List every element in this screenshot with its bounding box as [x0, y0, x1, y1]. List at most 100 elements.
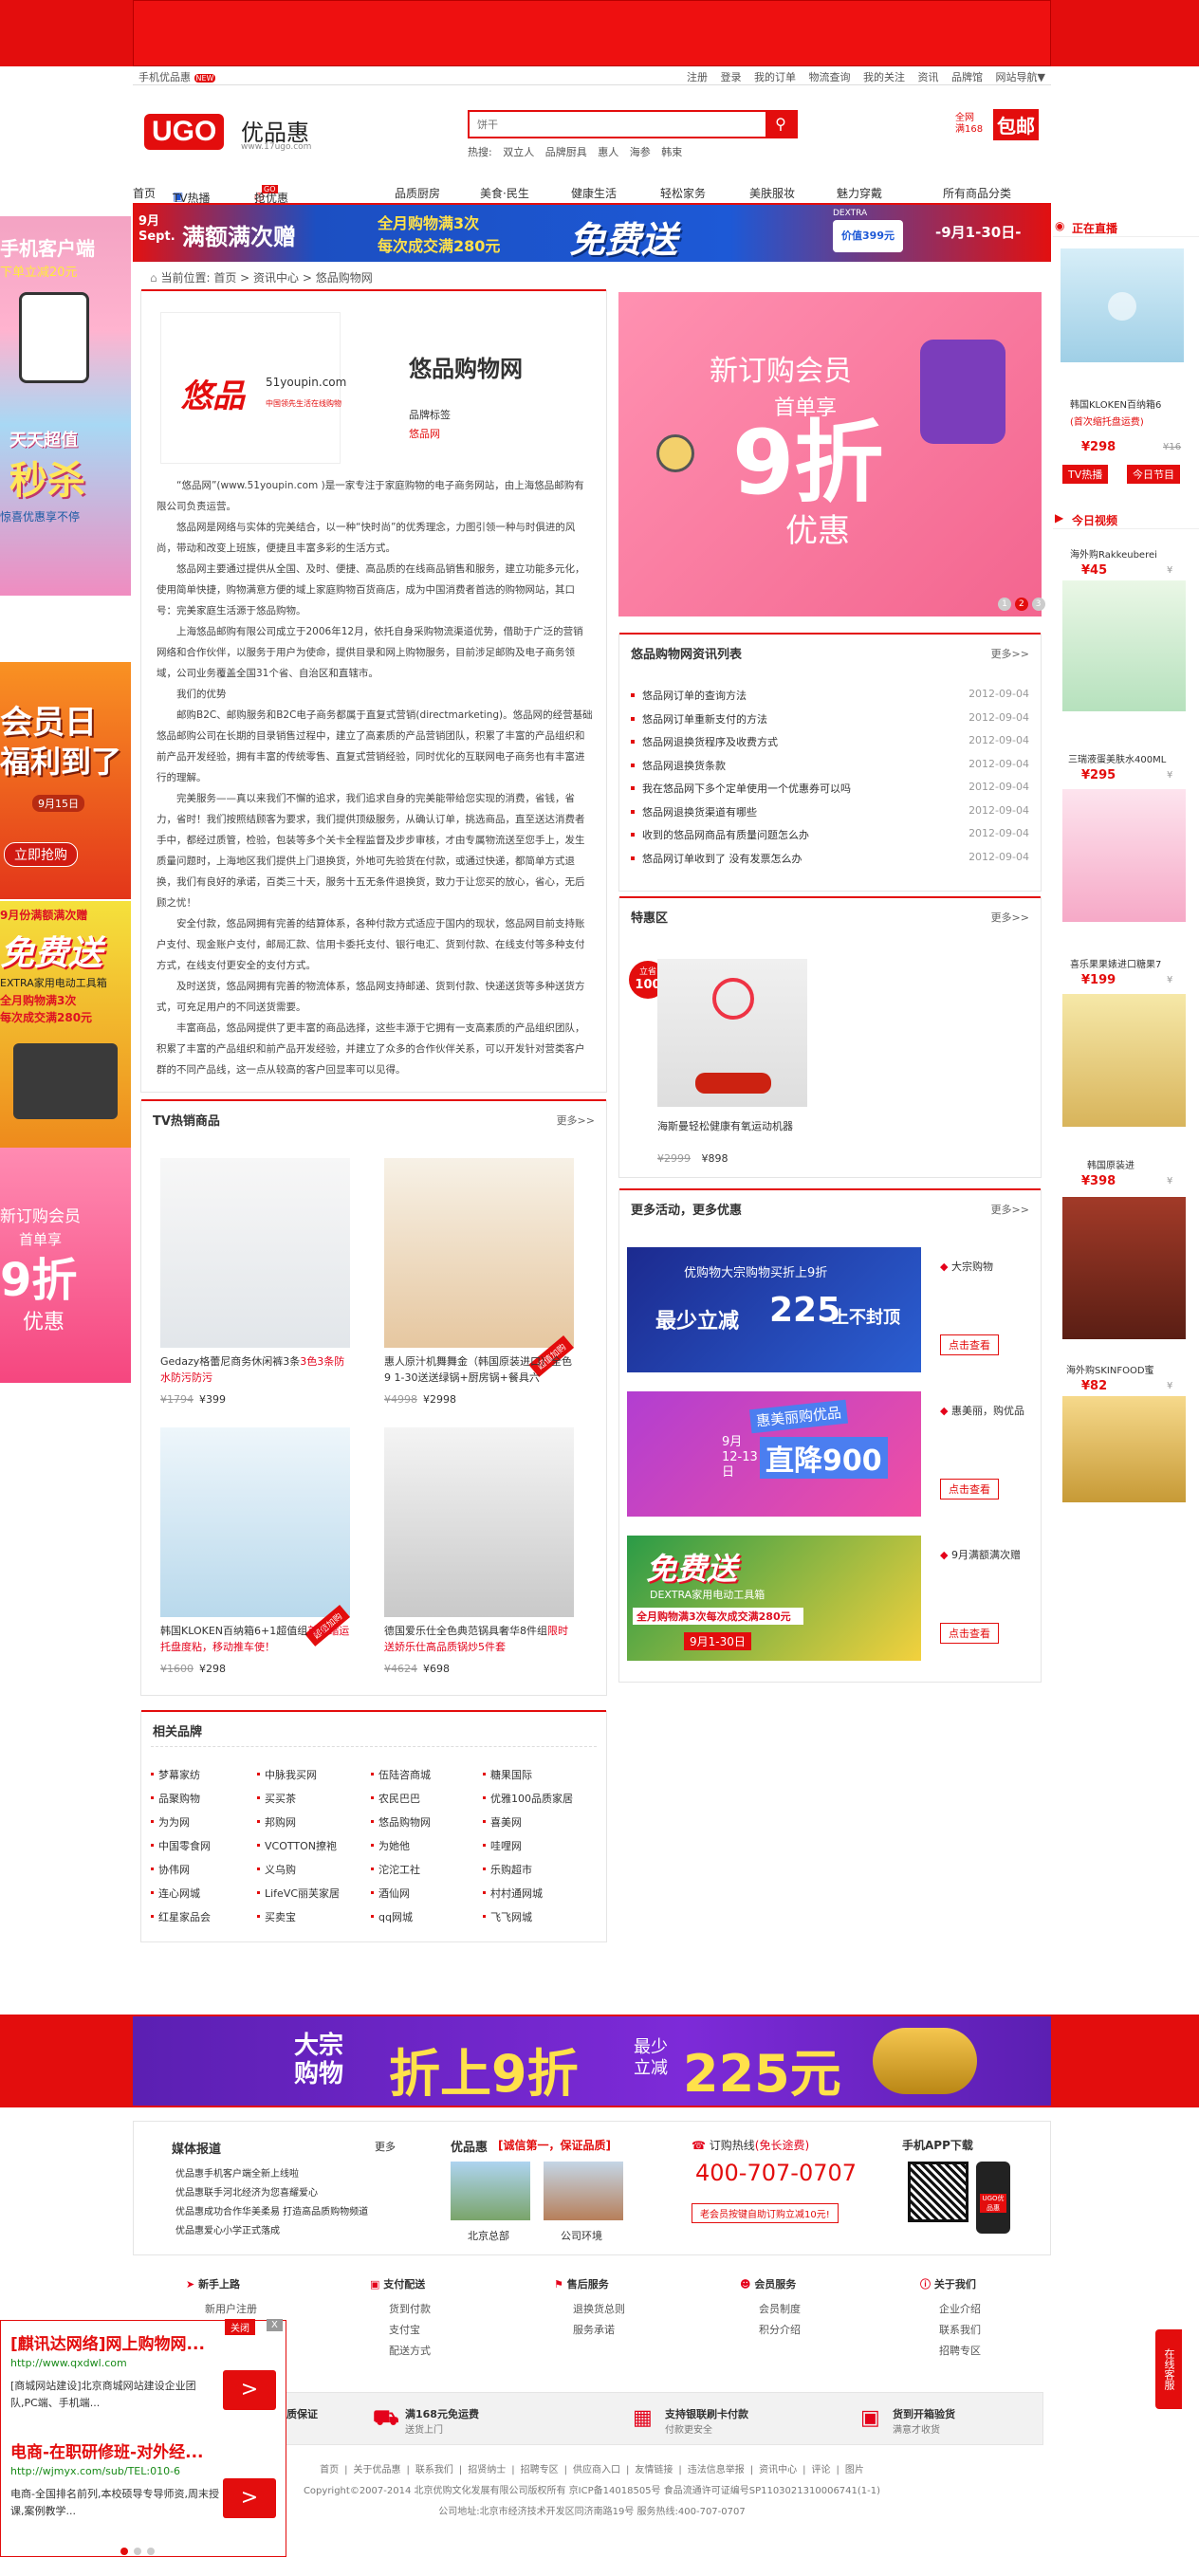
register-link[interactable]: 注册: [687, 71, 708, 83]
tv-hot-button[interactable]: TV热播: [1062, 465, 1109, 484]
brand-link[interactable]: LifeVC丽芙家居: [256, 1886, 340, 1901]
left-ad-app[interactable]: 手机客户端 下单立减20元 天天超值 秒杀 惊喜优惠享不停: [0, 216, 131, 596]
brand-link[interactable]: 优雅100品质家居: [483, 1791, 573, 1806]
product-image[interactable]: 超值加购: [384, 1158, 574, 1377]
banner-dot[interactable]: 2: [1014, 598, 1028, 611]
search-input[interactable]: [470, 112, 764, 137]
live-video[interactable]: [1061, 248, 1184, 362]
brand-link[interactable]: 糖果国际: [483, 1767, 532, 1782]
copyright-link[interactable]: 首页: [320, 2465, 339, 2475]
hq-photo[interactable]: [451, 2162, 530, 2220]
today-item-name[interactable]: 三瑞液蛋美肤水400ML: [1068, 751, 1166, 765]
news-more[interactable]: 更多>>: [991, 646, 1029, 661]
tv-product[interactable]: Gedazy格蕾尼商务休闲裤3条3色3条防水防污防污 ¥1794 ¥399: [160, 1158, 350, 1414]
brand-link[interactable]: VCOTTON撩袍: [257, 1838, 337, 1853]
news-item[interactable]: 悠品网退换货渠道有哪些 2012-09-04: [631, 804, 1029, 828]
view-button[interactable]: 点击查看: [940, 1623, 999, 1644]
footer-link[interactable]: 退换货总则: [554, 2299, 687, 2320]
brand-link[interactable]: 喜美网: [483, 1814, 522, 1830]
news-item[interactable]: 悠品网订单重新支付的方法 2012-09-04: [631, 711, 1029, 735]
news-item[interactable]: 悠品网退换货程序及收费方式 2012-09-04: [631, 734, 1029, 758]
brand-link[interactable]: 飞飞网城: [483, 1909, 532, 1924]
popup-dot[interactable]: [120, 2548, 128, 2555]
brand-link[interactable]: 沱沱工社: [371, 1862, 420, 1877]
tv-product[interactable]: 超值加购 惠人原汁机舞舞金（韩国原装进口）全色9 1-30送送绿锅+厨房锅+餐具…: [384, 1158, 574, 1414]
brand-link[interactable]: 酒仙网: [371, 1886, 410, 1901]
brand-link[interactable]: 买买茶: [257, 1791, 296, 1806]
footer-link[interactable]: 新用户注册: [186, 2299, 319, 2320]
popup-close[interactable]: 关闭: [225, 2319, 255, 2335]
view-button[interactable]: 点击查看: [940, 1334, 999, 1355]
online-service-button[interactable]: 在线客服: [1155, 2329, 1182, 2409]
left-ad-gift[interactable]: 9月份满额满次赠 免费送 EXTRA家用电动工具箱 全月购物满3次 每次成交满2…: [0, 901, 131, 1148]
nav-health[interactable]: 健康生活: [571, 185, 617, 201]
popup-ad-go[interactable]: >: [223, 2478, 276, 2518]
site-nav-link[interactable]: 网站导航▼: [996, 71, 1045, 83]
today-item-name[interactable]: 喜乐果果婊进口糖果7: [1070, 956, 1161, 970]
hot-word[interactable]: 惠人: [598, 146, 618, 158]
brand-link[interactable]: 品聚购物: [151, 1791, 200, 1806]
brand-link[interactable]: 买卖宝: [257, 1909, 296, 1924]
view-button[interactable]: 点击查看: [940, 1479, 999, 1500]
footer-link[interactable]: 联系我们: [920, 2320, 1053, 2341]
left-ad-member[interactable]: 会员日 福利到了 9月15日 立即抢购: [0, 662, 131, 899]
brand-link[interactable]: 农民巴巴: [371, 1791, 420, 1806]
search-button[interactable]: ⚲: [766, 112, 796, 137]
brand-link[interactable]: 义乌购: [257, 1862, 296, 1877]
today-item-image[interactable]: [1062, 580, 1186, 711]
hotline-number[interactable]: 400-707-0707: [695, 2160, 857, 2186]
brand-link[interactable]: 乐购超市: [483, 1862, 532, 1877]
footer-link[interactable]: 招聘专区: [920, 2341, 1053, 2362]
brand-tag[interactable]: 悠品网: [409, 426, 440, 441]
popup-ad-go[interactable]: >: [223, 2370, 276, 2410]
live-item-name[interactable]: 韩国KLOKEN百纳箱6: [1070, 396, 1161, 411]
copyright-link[interactable]: 图片: [845, 2465, 864, 2475]
brands-link[interactable]: 品牌馆: [951, 71, 983, 83]
activity-side-label[interactable]: ◆ 惠美丽，购优品: [940, 1403, 1063, 1418]
today-item-image[interactable]: [1062, 789, 1186, 922]
nav-kitchen[interactable]: 品质厨房: [395, 185, 440, 201]
footer-link[interactable]: 货到付款: [370, 2299, 503, 2320]
nav-all-categories[interactable]: 所有商品分类: [943, 185, 1011, 201]
logistics-link[interactable]: 物流查询: [809, 71, 851, 83]
product-image[interactable]: [160, 1158, 350, 1348]
footer-link[interactable]: 企业介绍: [920, 2299, 1053, 2320]
brand-link[interactable]: 协伟网: [151, 1862, 190, 1877]
brand-link[interactable]: 悠品购物网: [371, 1814, 431, 1830]
activities-more[interactable]: 更多>>: [991, 1202, 1029, 1217]
news-item[interactable]: 悠品网订单收到了 没有发票怎么办 2012-09-04: [631, 851, 1029, 874]
left-ad-buy-button[interactable]: 立即抢购: [4, 842, 78, 867]
activity-banner[interactable]: 免费送 DEXTRA家用电动工具箱 全月购物满3次每次成交满280元 9月1-3…: [627, 1536, 921, 1661]
brand-link[interactable]: qq网城: [371, 1909, 413, 1924]
brand-link[interactable]: 伍陆咨商城: [371, 1767, 431, 1782]
banner-dot[interactable]: 1: [998, 598, 1011, 611]
product-image[interactable]: 超值加购: [160, 1427, 350, 1647]
brand-link[interactable]: 邦购网: [257, 1814, 296, 1830]
popup-dot[interactable]: [147, 2548, 155, 2555]
nav-fashion[interactable]: 魅力穿戴: [837, 185, 882, 201]
news-link[interactable]: 资讯: [918, 71, 939, 83]
play-icon[interactable]: [1108, 292, 1136, 321]
copyright-link[interactable]: 供应商入口: [573, 2465, 620, 2475]
footer-link[interactable]: 会员制度: [740, 2299, 873, 2320]
news-item[interactable]: 悠品网退换货条款 2012-09-04: [631, 758, 1029, 782]
copyright-link[interactable]: 违法信息举报: [688, 2465, 745, 2475]
copyright-link[interactable]: 关于优品惠: [354, 2465, 401, 2475]
copyright-link[interactable]: 招贤纳士: [468, 2465, 506, 2475]
special-item-image[interactable]: [657, 959, 807, 1107]
breadcrumb-news[interactable]: 资讯中心: [253, 271, 299, 285]
news-item[interactable]: 悠品网订单的查询方法 2012-09-04: [631, 688, 1029, 711]
close-icon[interactable]: X: [267, 2319, 283, 2331]
nav-coupons[interactable]: ◷ 抢优惠 GO: [254, 185, 288, 205]
brand-link[interactable]: 梦幕家纺: [151, 1767, 200, 1782]
nav-housework[interactable]: 轻松家务: [660, 185, 706, 201]
today-item-name[interactable]: 海外购Rakkeuberei: [1070, 546, 1157, 561]
media-item[interactable]: 优品惠成功合作华美柔易 打造高品质购物频道: [175, 2203, 380, 2222]
office-photo[interactable]: [544, 2162, 623, 2220]
today-item-image[interactable]: [1062, 1396, 1186, 1502]
activity-banner[interactable]: 惠美丽购优品 9月12-13日 直降900: [627, 1391, 921, 1517]
site-logo[interactable]: UGO 优品惠 www.17ugo.com: [144, 110, 311, 156]
today-program-button[interactable]: 今日节目: [1127, 465, 1180, 484]
brand-link[interactable]: 中国零食网: [151, 1838, 211, 1853]
my-orders-link[interactable]: 我的订单: [754, 71, 796, 83]
